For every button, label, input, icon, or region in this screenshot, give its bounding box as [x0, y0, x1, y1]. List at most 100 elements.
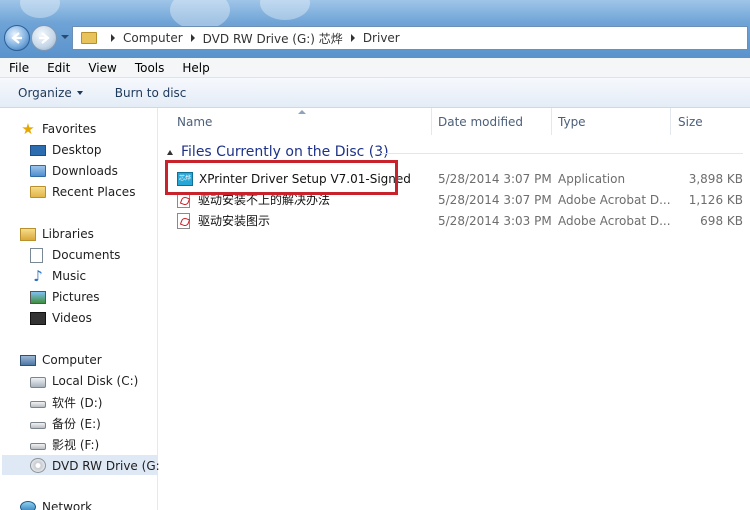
- chevron-down-icon: [76, 90, 83, 95]
- back-button[interactable]: [4, 25, 30, 51]
- nav-drive-d[interactable]: 软件 (D:): [30, 392, 102, 412]
- nav-label: 备份 (E:): [52, 416, 101, 431]
- libraries-icon: [20, 227, 36, 241]
- desktop-icon: [30, 145, 46, 156]
- nav-videos[interactable]: Videos: [30, 308, 92, 328]
- downloads-icon: [30, 165, 46, 177]
- file-size: 1,126 KB: [688, 192, 743, 207]
- file-name: 驱动安装图示: [198, 214, 271, 228]
- group-title: Files Currently on the Disc (3): [181, 144, 389, 160]
- nav-label: Favorites: [42, 122, 97, 136]
- file-date: 5/28/2014 3:07 PM: [438, 171, 552, 186]
- nav-label: Network: [42, 500, 93, 510]
- file-date: 5/28/2014 3:07 PM: [438, 192, 552, 207]
- forward-arrow-icon: [39, 32, 50, 44]
- command-bar: Organize Burn to disc: [0, 78, 750, 108]
- organize-label: Organize: [18, 85, 72, 100]
- nav-drive-e[interactable]: 备份 (E:): [30, 413, 101, 433]
- star-icon: ★: [21, 120, 35, 138]
- nav-label: Documents: [52, 248, 121, 262]
- nav-network[interactable]: Network: [20, 497, 92, 510]
- menu-tools[interactable]: Tools: [126, 61, 174, 75]
- nav-computer[interactable]: Computer: [20, 350, 102, 370]
- nav-label: Local Disk (C:): [52, 374, 139, 388]
- menu-view[interactable]: View: [79, 61, 125, 75]
- hard-drive-icon: [30, 443, 46, 450]
- collapse-group-icon[interactable]: [167, 149, 173, 155]
- nav-label: Pictures: [52, 290, 100, 304]
- file-type: Adobe Acrobat D...: [558, 192, 671, 207]
- forward-button[interactable]: [31, 25, 57, 51]
- nav-music[interactable]: ♪ Music: [30, 266, 86, 286]
- group-divider: [381, 153, 743, 154]
- recent-pages-dropdown[interactable]: [61, 35, 69, 39]
- nav-label: Downloads: [52, 164, 118, 178]
- nav-label: 影视 (F:): [52, 437, 100, 452]
- documents-icon: [30, 247, 43, 263]
- pdf-icon: [177, 212, 190, 229]
- file-date: 5/28/2014 3:03 PM: [438, 213, 552, 228]
- column-header-name[interactable]: Name: [177, 108, 212, 135]
- hard-drive-icon: [30, 422, 46, 429]
- highlight-box: [165, 160, 398, 195]
- file-list-pane: Name Date modified Type Size Files Curre…: [159, 108, 750, 510]
- nav-recent-places[interactable]: Recent Places: [30, 182, 135, 202]
- breadcrumb-dvd-drive[interactable]: DVD RW Drive (G:) 芯烨: [203, 30, 343, 47]
- nav-label: Computer: [42, 353, 102, 367]
- nav-label: Videos: [52, 311, 92, 325]
- burn-to-disc-button[interactable]: Burn to disc: [107, 86, 195, 100]
- nav-label: Music: [52, 269, 87, 283]
- videos-icon: [30, 311, 46, 325]
- column-header-size[interactable]: Size: [678, 108, 703, 135]
- nav-drive-f[interactable]: 影视 (F:): [30, 434, 99, 454]
- column-divider[interactable]: [431, 108, 432, 135]
- nav-label: Recent Places: [52, 185, 136, 199]
- nav-favorites[interactable]: ★ Favorites: [20, 119, 96, 139]
- file-size: 3,898 KB: [688, 171, 743, 186]
- nav-label: 软件 (D:): [52, 395, 103, 410]
- dvd-drive-icon: [30, 457, 46, 473]
- nav-label: Desktop: [52, 143, 102, 157]
- menu-help[interactable]: Help: [173, 61, 218, 75]
- file-row-pdf-diagram[interactable]: 驱动安装图示 5/28/2014 3:03 PM Adobe Acrobat D…: [169, 210, 749, 231]
- nav-label: Libraries: [42, 227, 94, 241]
- folder-icon: [81, 32, 97, 44]
- menu-file[interactable]: File: [0, 61, 38, 75]
- nav-desktop[interactable]: Desktop: [30, 140, 102, 160]
- menu-bar: File Edit View Tools Help: [0, 58, 750, 78]
- nav-local-disk-c[interactable]: Local Disk (C:): [30, 371, 138, 391]
- file-name-cell: 驱动安装图示: [177, 212, 270, 229]
- nav-documents[interactable]: Documents: [30, 245, 120, 265]
- recent-places-icon: [30, 186, 46, 198]
- breadcrumb-separator[interactable]: [190, 34, 195, 42]
- breadcrumb-separator[interactable]: [111, 34, 115, 42]
- column-header-type[interactable]: Type: [558, 108, 586, 135]
- network-icon: [20, 501, 36, 510]
- computer-icon: [20, 354, 36, 366]
- back-arrow-icon: [11, 32, 22, 44]
- nav-downloads[interactable]: Downloads: [30, 161, 118, 181]
- column-divider[interactable]: [670, 108, 671, 135]
- organize-button[interactable]: Organize: [10, 86, 91, 100]
- group-header[interactable]: Files Currently on the Disc (3): [167, 144, 389, 160]
- file-type: Adobe Acrobat D...: [558, 213, 671, 228]
- menu-edit[interactable]: Edit: [38, 61, 79, 75]
- column-divider[interactable]: [551, 108, 552, 135]
- file-size: 698 KB: [700, 213, 743, 228]
- breadcrumb-driver[interactable]: Driver: [363, 31, 400, 45]
- nav-pictures[interactable]: Pictures: [30, 287, 100, 307]
- pictures-icon: [30, 290, 46, 304]
- nav-libraries[interactable]: Libraries: [20, 224, 94, 244]
- file-type: Application: [558, 171, 626, 186]
- hard-drive-icon: [30, 401, 46, 408]
- breadcrumb-computer[interactable]: Computer: [123, 31, 183, 45]
- title-bar: Computer DVD RW Drive (G:) 芯烨 Driver: [0, 0, 750, 58]
- music-icon: ♪: [33, 267, 43, 285]
- nav-dvd-drive-g[interactable]: DVD RW Drive (G:) 芯: [2, 455, 180, 475]
- burn-to-disc-label: Burn to disc: [114, 85, 187, 100]
- navigation-pane: ★ Favorites Desktop Downloads Recent Pla…: [0, 108, 180, 510]
- column-header-date-modified[interactable]: Date modified: [438, 108, 523, 135]
- breadcrumb-separator[interactable]: [350, 34, 355, 42]
- address-bar[interactable]: Computer DVD RW Drive (G:) 芯烨 Driver: [72, 26, 748, 50]
- sort-ascending-icon: [298, 110, 306, 114]
